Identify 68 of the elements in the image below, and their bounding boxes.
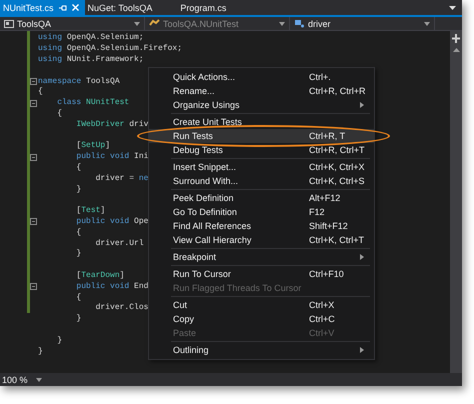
code-line: driver.Url: [94, 238, 144, 249]
code-line: public void Ini: [75, 152, 148, 162]
menu-item[interactable]: Debug Tests Ctrl+R, Ctrl+T: [149, 143, 374, 157]
code-line: {: [38, 87, 43, 98]
code-line: namespace ToolsQA: [38, 76, 120, 87]
code-line: }: [75, 249, 82, 260]
code-line: IWebDriver driv: [75, 120, 148, 130]
submenu-arrow-icon: [360, 254, 364, 260]
collapse-icon[interactable]: [30, 100, 37, 107]
submenu-arrow-icon: [360, 102, 364, 108]
navigation-dropdown[interactable]: driver: [290, 17, 435, 30]
field-icon: [294, 19, 305, 28]
code-line: {: [56, 108, 62, 119]
code-line: [SetUp]: [75, 141, 110, 152]
project-icon: [4, 20, 14, 28]
editor-tab[interactable]: NUnitTest.cs: [0, 0, 85, 15]
code-line: {: [75, 228, 82, 238]
code-line: using OpenQA.Selenium.Firefox;: [38, 44, 182, 54]
scroll-up-icon[interactable]: [452, 48, 460, 52]
menu-item[interactable]: View Call Hierarchy Ctrl+K, Ctrl+T: [149, 233, 374, 247]
collapse-icon[interactable]: [30, 283, 37, 290]
menu-item[interactable]: Rename... Ctrl+R, Ctrl+R: [149, 84, 374, 98]
menu-item[interactable]: Go To Definition F12: [149, 205, 374, 219]
code-line: public void End: [75, 282, 148, 292]
dropdown-icon[interactable]: [449, 6, 456, 10]
caret-icon: [279, 22, 285, 26]
code-line: }: [56, 336, 62, 346]
editor-tab[interactable]: Program.cs: [158, 0, 232, 15]
code-line: driver = ne: [94, 174, 148, 184]
menu-item[interactable]: Quick Actions... Ctrl+.: [149, 70, 374, 84]
code-line: }: [38, 346, 43, 356]
collapse-icon[interactable]: [30, 218, 37, 226]
menu-item[interactable]: Peek Definition Alt+F12: [149, 191, 374, 205]
code-line: [TearDown]: [75, 270, 124, 281]
caret-icon: [424, 22, 430, 26]
menu-item[interactable]: Run Tests Ctrl+R, T: [149, 129, 374, 143]
class-icon: [149, 19, 160, 28]
code-line: {: [75, 162, 82, 173]
collapse-icon[interactable]: [30, 154, 37, 161]
code-line: class NUnitTest: [56, 98, 130, 108]
caret-icon: [36, 378, 42, 382]
caret-icon: [134, 22, 140, 26]
code-line: public void Ope: [75, 216, 148, 227]
menu-item[interactable]: Run To Cursor Ctrl+F10: [149, 267, 374, 281]
code-line: {: [75, 292, 82, 303]
menu-item[interactable]: Find All References Shift+F12: [149, 219, 374, 233]
menu-item[interactable]: Create Unit Tests: [149, 115, 374, 129]
split-icon[interactable]: [452, 34, 460, 43]
menu-item[interactable]: Breakpoint: [149, 250, 374, 264]
menu-item[interactable]: Surround With... Ctrl+K, Ctrl+S: [149, 174, 374, 188]
close-icon[interactable]: [72, 4, 79, 11]
submenu-arrow-icon: [360, 347, 364, 353]
code-line: }: [75, 314, 82, 324]
menu-item[interactable]: Outlining: [149, 343, 374, 357]
menu-item[interactable]: Copy Ctrl+C: [149, 312, 374, 326]
menu-item[interactable]: Organize Usings: [149, 98, 374, 112]
collapse-icon[interactable]: [30, 78, 37, 86]
code-line: using OpenQA.Selenium;: [38, 33, 144, 44]
zoom-dropdown[interactable]: 100 %: [0, 374, 42, 384]
editor-tab[interactable]: NuGet: ToolsQA: [84, 0, 158, 15]
code-line: using NUnit.Framework;: [38, 54, 144, 65]
pin-icon[interactable]: [58, 4, 67, 10]
navigation-dropdown[interactable]: ToolsQA: [0, 17, 145, 30]
code-line: driver.Clos: [94, 303, 148, 314]
menu-item[interactable]: Cut Ctrl+X: [149, 298, 374, 312]
code-line: [Test]: [75, 206, 106, 216]
code-line: }: [75, 184, 82, 195]
menu-item[interactable]: Insert Snippet... Ctrl+K, Ctrl+X: [149, 160, 374, 174]
